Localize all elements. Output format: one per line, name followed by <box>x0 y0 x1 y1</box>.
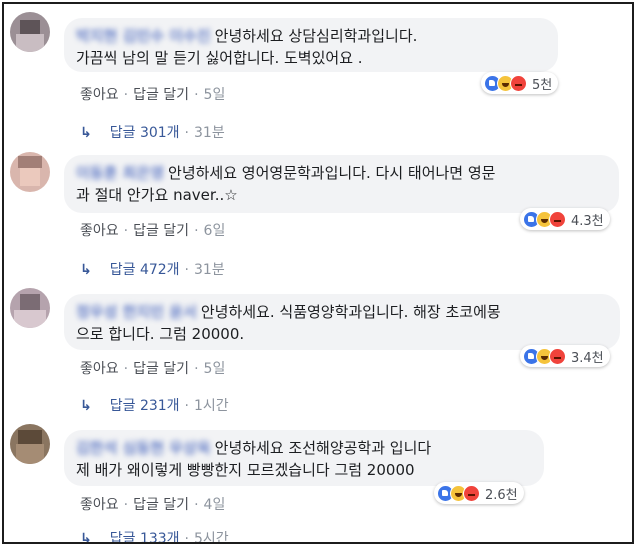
angry-reaction-icon <box>549 347 566 365</box>
reply-button[interactable]: 답글 달기 <box>133 223 189 239</box>
reaction-summary[interactable]: 2.6천 <box>434 482 524 504</box>
replies-link[interactable]: 답글 133개 <box>110 531 180 542</box>
avatar[interactable] <box>10 288 50 328</box>
reply-arrow-icon: ↳ <box>80 125 92 141</box>
separator: · <box>194 87 199 103</box>
reply-arrow-icon: ↳ <box>80 262 92 278</box>
replies-timestamp: 5시간 <box>194 531 229 544</box>
replies-timestamp: 1시간 <box>194 398 229 414</box>
comment-actions: 좋아요 · 답글 달기 · 5일 <box>80 360 225 378</box>
reply-button[interactable]: 답글 달기 <box>133 87 189 103</box>
view-replies[interactable]: ↳ 답글 301개 · 31분 <box>80 124 225 142</box>
comment-actions: 좋아요 · 답글 달기 · 6일 <box>80 222 225 240</box>
like-button[interactable]: 좋아요 <box>80 223 119 239</box>
separator: · <box>194 223 199 239</box>
avatar[interactable] <box>10 12 50 52</box>
comment-author[interactable]: 이동훈 최은영 <box>76 162 164 184</box>
comment-actions: 좋아요 · 답글 달기 · 4일 <box>80 496 225 514</box>
comment-text: 으로 합니다. 그럼 20000. <box>76 325 245 343</box>
comment-author[interactable]: 정우성 한지민 윤서 <box>76 301 197 323</box>
avatar[interactable] <box>10 152 50 192</box>
reply-arrow-icon: ↳ <box>80 531 92 544</box>
comment-text: 가끔씩 남의 말 듣기 싫어합니다. 도벽있어요 . <box>76 49 363 67</box>
comment-timestamp[interactable]: 6일 <box>204 223 226 239</box>
comment-author[interactable]: 박지현 김민수 이수진 <box>76 25 211 47</box>
angry-reaction-icon <box>549 210 566 228</box>
replies-link[interactable]: 답글 231개 <box>110 398 180 414</box>
comment-timestamp[interactable]: 5일 <box>204 87 226 103</box>
comment-text: 과 절대 안가요 naver..☆ <box>76 186 238 204</box>
separator: · <box>194 361 199 377</box>
comment-text: 안녕하세요 영어영문학과입니다. 다시 태어나면 영문 <box>168 164 496 182</box>
comment-actions: 좋아요 · 답글 달기 · 5일 <box>80 86 225 104</box>
angry-reaction-icon <box>463 484 480 502</box>
replies-link[interactable]: 답글 472개 <box>110 262 180 278</box>
separator: · <box>123 223 129 239</box>
comment-timestamp[interactable]: 5일 <box>204 361 226 377</box>
reply-arrow-icon: ↳ <box>80 398 92 414</box>
reaction-summary[interactable]: 5천 <box>481 72 559 94</box>
separator: · <box>123 87 129 103</box>
replies-link[interactable]: 답글 301개 <box>110 125 180 141</box>
reaction-summary[interactable]: 3.4천 <box>520 345 610 367</box>
comment-bubble: 이동훈 최은영 안녕하세요 영어영문학과입니다. 다시 태어나면 영문 과 절대 … <box>64 155 619 213</box>
comment-bubble: 김한석 심동현 우상욱 안녕하세요 조선해양공학과 입니다 제 배가 왜이렇게 빵… <box>64 430 544 486</box>
comment-text: 안녕하세요. 식품영양학과입니다. 해장 초코에몽 <box>200 303 501 321</box>
comment-text: 안녕하세요 상담심리학과입니다. <box>214 27 418 45</box>
avatar[interactable] <box>10 424 50 464</box>
view-replies[interactable]: ↳ 답글 472개 · 31분 <box>80 261 225 279</box>
comment-bubble: 정우성 한지민 윤서 안녕하세요. 식품영양학과입니다. 해장 초코에몽 으로 합… <box>64 294 620 350</box>
comment-bubble: 박지현 김민수 이수진 안녕하세요 상담심리학과입니다. 가끔씩 남의 말 듣기 … <box>64 18 558 72</box>
reaction-count: 4.3천 <box>571 213 604 229</box>
reaction-count: 5천 <box>532 77 553 93</box>
separator: · <box>194 497 199 513</box>
separator: · <box>184 531 189 544</box>
reaction-summary[interactable]: 4.3천 <box>520 208 610 230</box>
replies-timestamp: 31분 <box>194 125 225 141</box>
reaction-count: 2.6천 <box>485 487 518 503</box>
angry-reaction-icon <box>510 74 527 92</box>
comment-text: 제 배가 왜이렇게 빵빵한지 모르겠습니다 그럼 20000 <box>76 461 415 479</box>
separator: · <box>123 497 129 513</box>
like-button[interactable]: 좋아요 <box>80 87 119 103</box>
reaction-count: 3.4천 <box>571 350 604 366</box>
like-button[interactable]: 좋아요 <box>80 497 119 513</box>
separator: · <box>184 262 189 278</box>
screenshot-frame: 박지현 김민수 이수진 안녕하세요 상담심리학과입니다. 가끔씩 남의 말 듣기 … <box>2 2 634 544</box>
comment-author[interactable]: 김한석 심동현 우상욱 <box>76 437 211 459</box>
separator: · <box>184 398 189 414</box>
comment-text: 안녕하세요 조선해양공학과 입니다 <box>214 439 432 457</box>
separator: · <box>123 361 129 377</box>
separator: · <box>184 125 189 141</box>
view-replies[interactable]: ↳ 답글 133개 · 5시간 <box>80 530 229 544</box>
reply-button[interactable]: 답글 달기 <box>133 497 189 513</box>
reply-button[interactable]: 답글 달기 <box>133 361 189 377</box>
replies-timestamp: 31분 <box>194 262 225 278</box>
view-replies[interactable]: ↳ 답글 231개 · 1시간 <box>80 397 229 415</box>
like-button[interactable]: 좋아요 <box>80 361 119 377</box>
comment-timestamp[interactable]: 4일 <box>204 497 226 513</box>
